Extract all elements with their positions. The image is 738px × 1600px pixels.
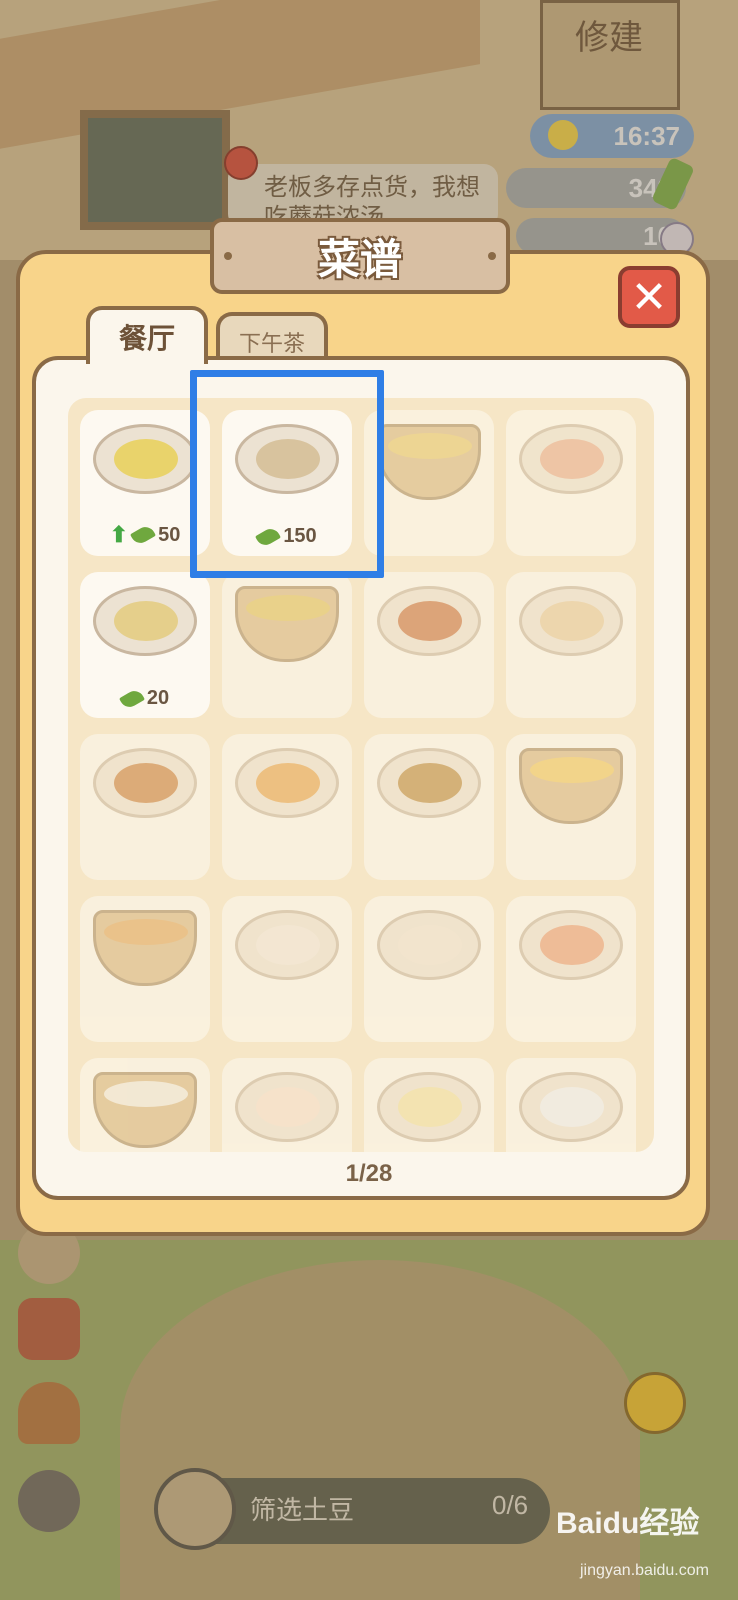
dish-price-value: 50 <box>158 523 181 546</box>
sandwich-icon <box>235 748 339 818</box>
rice-bowl-icon <box>93 1072 197 1148</box>
bamboo-icon <box>118 686 145 711</box>
dish-card-sandwich[interactable] <box>222 734 352 880</box>
potato-plate-icon <box>93 586 197 656</box>
dish-card-dumpling-flower-plate[interactable] <box>506 572 636 718</box>
dialog-title-plaque: 菜谱 <box>210 218 510 294</box>
selection-highlight <box>190 370 384 578</box>
watermark-url: jingyan.baidu.com <box>580 1562 709 1579</box>
close-button[interactable]: ✕ <box>618 266 680 328</box>
dish-card-mochi-plate[interactable] <box>364 1058 494 1152</box>
bamboo-icon <box>130 523 157 547</box>
curry-plate-icon <box>377 748 481 818</box>
dish-price: 20 <box>80 686 210 711</box>
nail-right-icon <box>488 252 496 260</box>
dish-price-value: 20 <box>146 687 170 709</box>
cat-pot-stew-icon <box>235 586 339 662</box>
dish-card-sweet-potato-plate[interactable] <box>80 734 210 880</box>
dish-card-rice-bowl[interactable] <box>80 1058 210 1152</box>
dish-card-cake-slice[interactable] <box>222 1058 352 1152</box>
page-indicator: 1/28 <box>345 1160 393 1187</box>
sweet-potato-plate-icon <box>93 748 197 818</box>
dialog-title: 菜谱 <box>317 234 402 284</box>
dish-card-pudding-plate[interactable] <box>506 896 636 1042</box>
dish-card-curry-plate[interactable] <box>364 734 494 880</box>
rice-ball-plate-icon <box>235 910 339 980</box>
dish-card-rice-ball-plate[interactable] <box>222 896 352 1042</box>
dish-card-cat-pot-stew[interactable] <box>222 572 352 718</box>
bread-bowl-soup-icon <box>93 910 197 986</box>
cake-slice-icon <box>235 1072 339 1142</box>
egg-soup-bowl-icon <box>519 748 623 824</box>
soup-bowl-icon <box>93 424 197 494</box>
dish-card-blueberry-cup[interactable] <box>506 1058 636 1152</box>
blueberry-cup-icon <box>519 1072 623 1142</box>
dumpling-flower-plate-icon <box>519 586 623 656</box>
upgrade-arrow-icon: ⬆ <box>109 522 129 547</box>
dish-card-bread-bowl-soup[interactable] <box>80 896 210 1042</box>
pudding-plate-icon <box>519 910 623 980</box>
fried-meat-plate-icon <box>377 586 481 656</box>
dish-card-fried-meat-plate[interactable] <box>364 572 494 718</box>
dish-card-potato-plate[interactable]: 20 <box>80 572 210 718</box>
dumplings-plate-icon <box>377 910 481 980</box>
dish-card-dumplings-plate[interactable] <box>364 896 494 1042</box>
mochi-plate-icon <box>377 1072 481 1142</box>
nail-left-icon <box>224 252 232 260</box>
tab-restaurant[interactable]: 餐厅 <box>86 306 208 364</box>
noodle-bowl-icon <box>377 424 481 500</box>
dish-card-bacon-roll-plate[interactable] <box>506 410 636 556</box>
watermark-brand: Baidu经验 <box>556 1507 700 1540</box>
bacon-roll-plate-icon <box>519 424 623 494</box>
close-icon: ✕ <box>630 271 668 323</box>
dish-card-egg-soup-bowl[interactable] <box>506 734 636 880</box>
